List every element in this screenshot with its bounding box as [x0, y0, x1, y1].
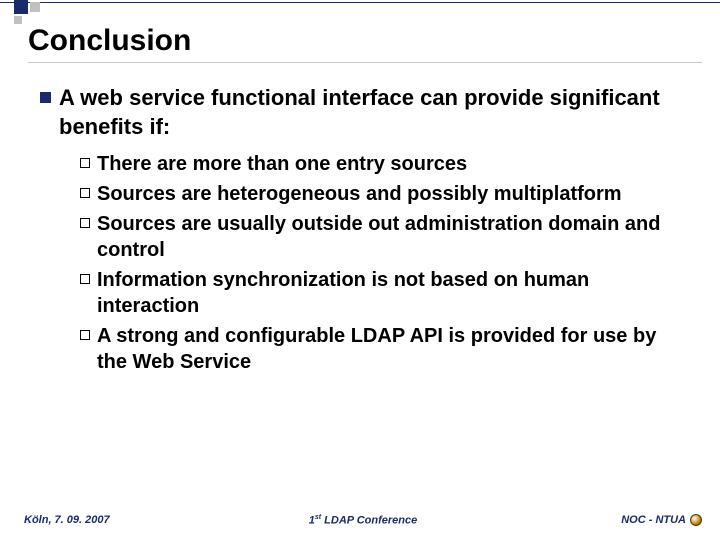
top-accent — [0, 0, 720, 10]
main-bullet: A web service functional interface can p… — [40, 84, 690, 141]
sub-bullet-text: Sources are heterogeneous and possibly m… — [97, 181, 622, 207]
logo-icon — [690, 514, 702, 526]
sub-bullet-text: Information synchronization is not based… — [97, 267, 690, 319]
footer-date: Köln, 7. 09. 2007 — [24, 514, 110, 526]
sub-bullet: Sources are heterogeneous and possibly m… — [80, 181, 690, 207]
slide: Conclusion A web service functional inte… — [0, 0, 720, 540]
sub-bullet: There are more than one entry sources — [80, 151, 690, 177]
sub-bullet: Information synchronization is not based… — [80, 267, 690, 319]
sub-bullet: Sources are usually outside out administ… — [80, 211, 690, 263]
footer-conference: 1st LDAP Conference — [309, 514, 418, 527]
title-underline — [28, 62, 702, 63]
slide-title: Conclusion — [28, 24, 191, 58]
content-area: A web service functional interface can p… — [40, 84, 690, 379]
square-bullet-icon — [40, 92, 51, 103]
footer-org: NOC - NTUA — [621, 514, 702, 526]
footer: Köln, 7. 09. 2007 1st LDAP Conference NO… — [24, 514, 702, 526]
hollow-bullet-icon — [80, 218, 90, 228]
hollow-bullet-icon — [80, 330, 90, 340]
sub-bullet-text: A strong and configurable LDAP API is pr… — [97, 323, 690, 375]
main-bullet-text: A web service functional interface can p… — [59, 84, 690, 141]
footer-org-text: NOC - NTUA — [621, 514, 686, 526]
hollow-bullet-icon — [80, 188, 90, 198]
hollow-bullet-icon — [80, 274, 90, 284]
sub-bullet-text: There are more than one entry sources — [97, 151, 467, 177]
sub-bullet-text: Sources are usually outside out administ… — [97, 211, 690, 263]
sub-bullet-list: There are more than one entry sources So… — [80, 151, 690, 375]
hollow-bullet-icon — [80, 158, 90, 168]
sub-bullet: A strong and configurable LDAP API is pr… — [80, 323, 690, 375]
